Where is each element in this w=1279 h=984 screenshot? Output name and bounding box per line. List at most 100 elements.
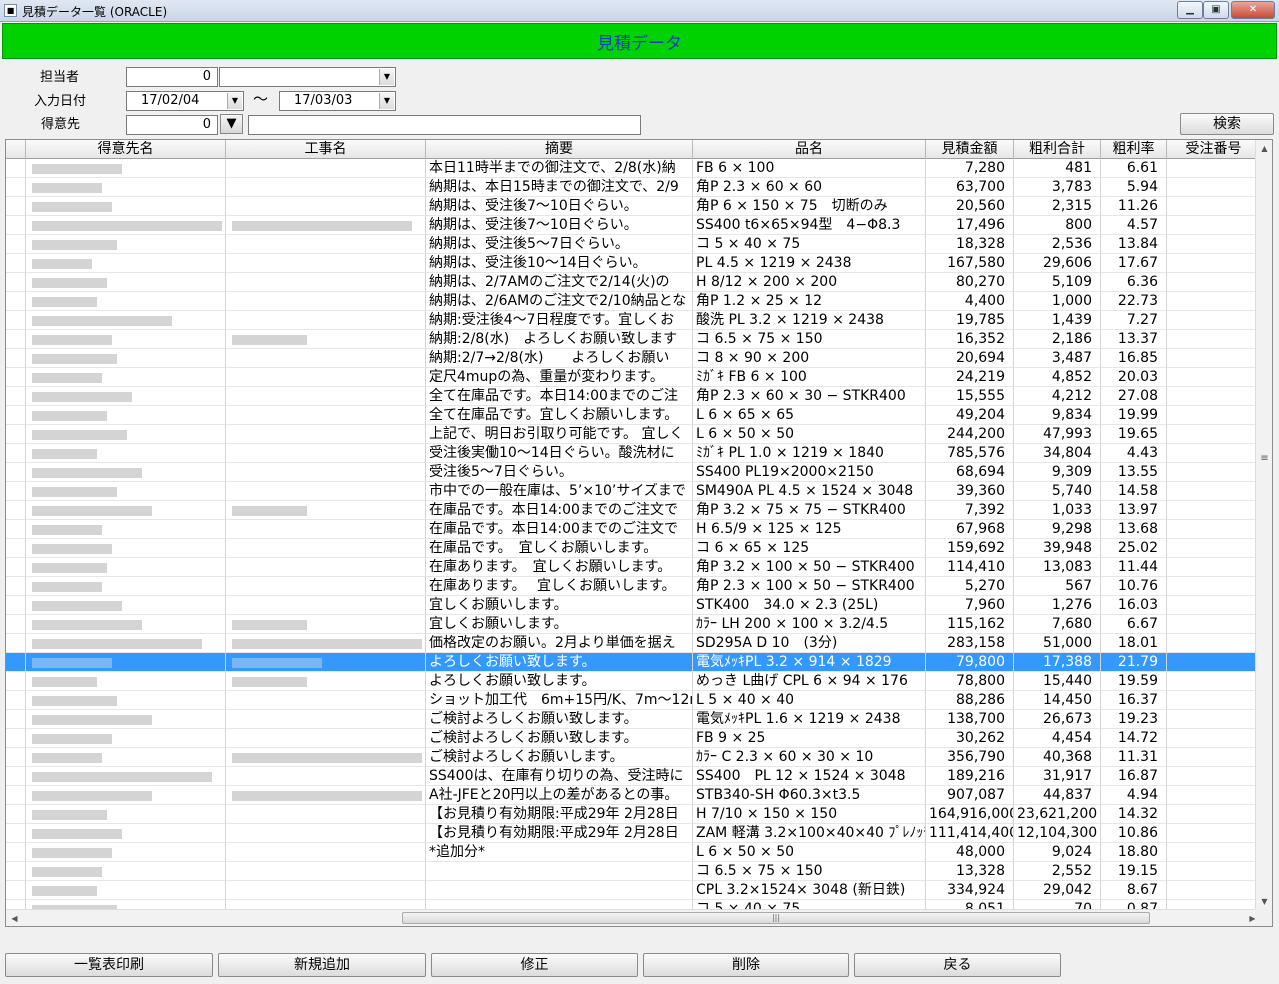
product-cell[interactable]: SS400 t6×65×94型 4−Φ8.3 bbox=[693, 216, 926, 235]
customer-cell[interactable] bbox=[26, 691, 226, 710]
project-cell[interactable] bbox=[226, 596, 426, 615]
rate-cell[interactable]: 19.15 bbox=[1101, 862, 1167, 881]
project-cell[interactable] bbox=[226, 349, 426, 368]
profit-cell[interactable]: 17,388 bbox=[1014, 653, 1101, 672]
rate-cell[interactable]: 8.67 bbox=[1101, 881, 1167, 900]
product-cell[interactable]: FB 6 × 100 bbox=[693, 159, 926, 178]
profit-cell[interactable]: 9,024 bbox=[1014, 843, 1101, 862]
order-no-cell[interactable] bbox=[1167, 197, 1261, 216]
date-to-picker[interactable]: 17/03/03 ▼ bbox=[279, 91, 396, 111]
order-no-cell[interactable] bbox=[1167, 767, 1261, 786]
product-cell[interactable]: ﾐｶﾞｷ PL 1.0 × 1219 × 1840 bbox=[693, 444, 926, 463]
profit-cell[interactable]: 1,276 bbox=[1014, 596, 1101, 615]
row-header[interactable] bbox=[6, 881, 26, 900]
order-no-cell[interactable] bbox=[1167, 748, 1261, 767]
order-no-cell[interactable] bbox=[1167, 558, 1261, 577]
profit-cell[interactable]: 7,680 bbox=[1014, 615, 1101, 634]
order-no-cell[interactable] bbox=[1167, 691, 1261, 710]
product-cell[interactable]: 電気ﾒｯｷPL 3.2 × 914 × 1829 bbox=[693, 653, 926, 672]
profit-cell[interactable]: 29,606 bbox=[1014, 254, 1101, 273]
project-cell[interactable] bbox=[226, 558, 426, 577]
table-row[interactable]: 納期は、受注後5〜7日ぐらい。コ 5 × 40 × 75 18,328 2,536 1… bbox=[6, 235, 1261, 254]
profit-cell[interactable]: 9,298 bbox=[1014, 520, 1101, 539]
product-cell[interactable]: 角P 1.2 × 25 × 12 bbox=[693, 292, 926, 311]
table-row[interactable]: 納期は、2/6AMのご注文で2/10納品とな 角P 1.2 × 25 × 12 4,… bbox=[6, 292, 1261, 311]
project-cell[interactable] bbox=[226, 368, 426, 387]
project-cell[interactable] bbox=[226, 216, 426, 235]
amount-cell[interactable]: 78,800 bbox=[926, 672, 1014, 691]
order-no-cell[interactable] bbox=[1167, 539, 1261, 558]
project-cell[interactable] bbox=[226, 387, 426, 406]
summary-cell[interactable]: ショット加工代 6m+15円/K、7m〜12m bbox=[426, 691, 693, 710]
order-no-cell[interactable] bbox=[1167, 235, 1261, 254]
rate-cell[interactable]: 16.03 bbox=[1101, 596, 1167, 615]
row-header[interactable] bbox=[6, 615, 26, 634]
row-header[interactable] bbox=[6, 577, 26, 596]
project-cell[interactable] bbox=[226, 824, 426, 843]
row-header[interactable] bbox=[6, 387, 26, 406]
product-cell[interactable]: 角P 2.3 × 60 × 60 bbox=[693, 178, 926, 197]
project-cell[interactable] bbox=[226, 881, 426, 900]
table-row[interactable]: ご検討よろしくお願いします。 ｶﾗｰ C 2.3 × 60 × 30 × 10 35… bbox=[6, 748, 1261, 767]
vertical-scrollbar[interactable]: ▲ ≡ ▼ bbox=[1255, 140, 1272, 910]
amount-cell[interactable]: 7,280 bbox=[926, 159, 1014, 178]
amount-cell[interactable]: 189,216 bbox=[926, 767, 1014, 786]
amount-cell[interactable]: 17,496 bbox=[926, 216, 1014, 235]
table-row[interactable]: 在庫品です。本日14:00までのご注文で 角P 3.2 × 75 × 75 − S… bbox=[6, 501, 1261, 520]
summary-cell[interactable]: 在庫品です。 宜しくお願いします。 bbox=[426, 539, 693, 558]
table-row[interactable]: 納期は、2/7AMのご注文で2/14(火)の H 8/12 × 200 × 200… bbox=[6, 273, 1261, 292]
tanto-code-field[interactable]: 0 bbox=[126, 67, 218, 87]
customer-cell[interactable] bbox=[26, 615, 226, 634]
order-no-cell[interactable] bbox=[1167, 349, 1261, 368]
product-cell[interactable]: ZAM 軽溝 3.2×100×40×40 ﾌﾟﾚﾉｯﾁ bbox=[693, 824, 926, 843]
rate-cell[interactable]: 11.31 bbox=[1101, 748, 1167, 767]
profit-cell[interactable]: 4,212 bbox=[1014, 387, 1101, 406]
order-no-cell[interactable] bbox=[1167, 862, 1261, 881]
row-header[interactable] bbox=[6, 406, 26, 425]
order-no-cell[interactable] bbox=[1167, 501, 1261, 520]
project-cell[interactable] bbox=[226, 710, 426, 729]
customer-cell[interactable] bbox=[26, 197, 226, 216]
table-row[interactable]: コ 6.5 × 75 × 150 13,328 2,552 19.15 bbox=[6, 862, 1261, 881]
order-no-cell[interactable] bbox=[1167, 387, 1261, 406]
product-cell[interactable]: SS400 PL19×2000×2150 bbox=[693, 463, 926, 482]
tokui-name-field[interactable] bbox=[248, 115, 641, 135]
order-no-cell[interactable] bbox=[1167, 406, 1261, 425]
summary-cell[interactable]: よろしくお願い致します。 bbox=[426, 653, 693, 672]
customer-cell[interactable] bbox=[26, 520, 226, 539]
row-header[interactable] bbox=[6, 786, 26, 805]
profit-cell[interactable]: 3,487 bbox=[1014, 349, 1101, 368]
table-row[interactable]: 納期:2/8(水) よろしくお願い致しますコ 6.5 × 75 × 150 16,… bbox=[6, 330, 1261, 349]
table-row[interactable]: *追加分* L 6 × 50 × 50 48,000 9,024 18.80 bbox=[6, 843, 1261, 862]
col-header-order-no[interactable]: 受注番号 bbox=[1167, 140, 1261, 159]
table-row[interactable]: 【お見積り有効期限:平成29年 2月28日 H 7/10 × 150 × 150 1… bbox=[6, 805, 1261, 824]
project-cell[interactable] bbox=[226, 539, 426, 558]
row-header[interactable] bbox=[6, 235, 26, 254]
product-cell[interactable]: めっき L曲げ CPL 6 × 94 × 176 bbox=[693, 672, 926, 691]
rate-cell[interactable]: 6.61 bbox=[1101, 159, 1167, 178]
product-cell[interactable]: ｶﾗｰ C 2.3 × 60 × 30 × 10 bbox=[693, 748, 926, 767]
order-no-cell[interactable] bbox=[1167, 463, 1261, 482]
row-header[interactable] bbox=[6, 729, 26, 748]
customer-cell[interactable] bbox=[26, 254, 226, 273]
rate-cell[interactable]: 18.80 bbox=[1101, 843, 1167, 862]
row-header[interactable] bbox=[6, 843, 26, 862]
row-header[interactable] bbox=[6, 539, 26, 558]
summary-cell[interactable]: 全て在庫品です。本日14:00までのご注 bbox=[426, 387, 693, 406]
row-header[interactable] bbox=[6, 311, 26, 330]
chevron-down-icon[interactable]: ▼ bbox=[227, 93, 242, 109]
rate-cell[interactable]: 16.87 bbox=[1101, 767, 1167, 786]
customer-cell[interactable] bbox=[26, 425, 226, 444]
rate-cell[interactable]: 19.23 bbox=[1101, 710, 1167, 729]
product-cell[interactable]: CPL 3.2×1524× 3048 (新日鉄) bbox=[693, 881, 926, 900]
order-no-cell[interactable] bbox=[1167, 330, 1261, 349]
product-cell[interactable]: 酸洗 PL 3.2 × 1219 × 2438 bbox=[693, 311, 926, 330]
product-cell[interactable]: 角P 6 × 150 × 75 切断のみ bbox=[693, 197, 926, 216]
profit-cell[interactable]: 1,439 bbox=[1014, 311, 1101, 330]
order-no-cell[interactable] bbox=[1167, 159, 1261, 178]
col-header-customer[interactable]: 得意先名 bbox=[26, 140, 226, 159]
row-header[interactable] bbox=[6, 197, 26, 216]
summary-cell[interactable]: 【お見積り有効期限:平成29年 2月28日 bbox=[426, 805, 693, 824]
product-cell[interactable]: コ 5 × 40 × 75 bbox=[693, 235, 926, 254]
customer-cell[interactable] bbox=[26, 387, 226, 406]
